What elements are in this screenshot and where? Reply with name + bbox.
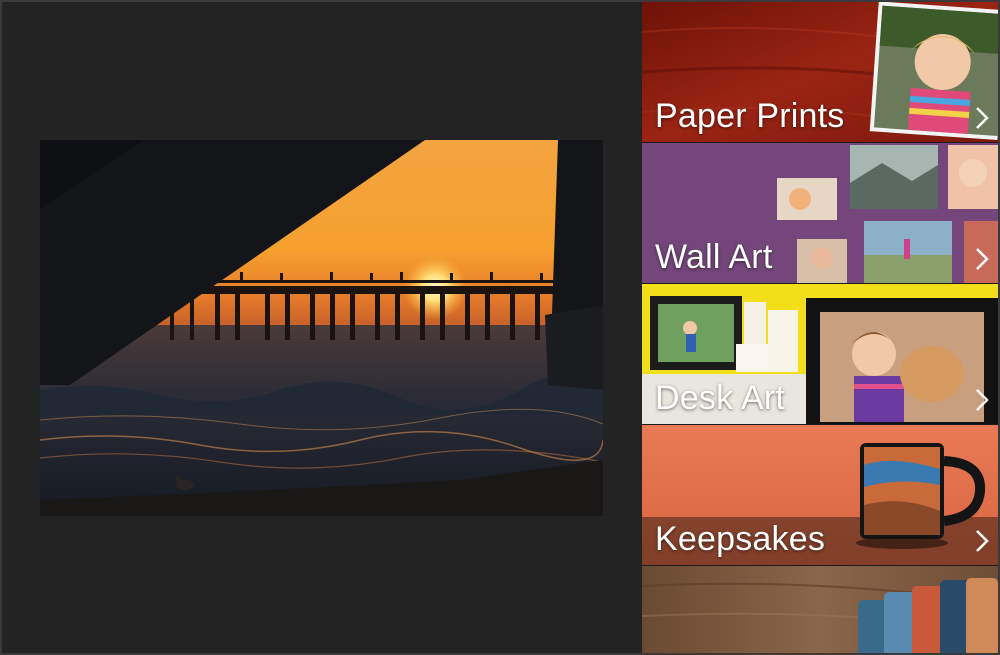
product-tile-paper-prints[interactable]: Paper Prints <box>642 2 998 143</box>
chevron-right-icon <box>974 388 990 412</box>
product-label: Keepsakes <box>655 520 826 558</box>
product-tile-wall-art[interactable]: Wall Art <box>642 143 998 284</box>
preview-photo[interactable] <box>40 140 603 516</box>
photo-preview-pane <box>2 2 642 653</box>
chevron-right-icon <box>974 247 990 271</box>
product-tile-desk-art[interactable]: Desk Art <box>642 284 998 425</box>
chevron-right-icon <box>974 529 990 553</box>
phone-cases-image <box>642 566 998 653</box>
product-label: Desk Art <box>655 379 786 417</box>
product-label: Wall Art <box>655 238 773 276</box>
product-tile-phone-cases[interactable] <box>642 566 998 653</box>
product-tile-keepsakes[interactable]: Keepsakes <box>642 425 998 566</box>
chevron-right-icon <box>974 106 990 130</box>
product-label: Paper Prints <box>655 97 845 135</box>
product-category-list: Paper Prints Wall Art Desk Art Keepsakes <box>642 2 998 653</box>
